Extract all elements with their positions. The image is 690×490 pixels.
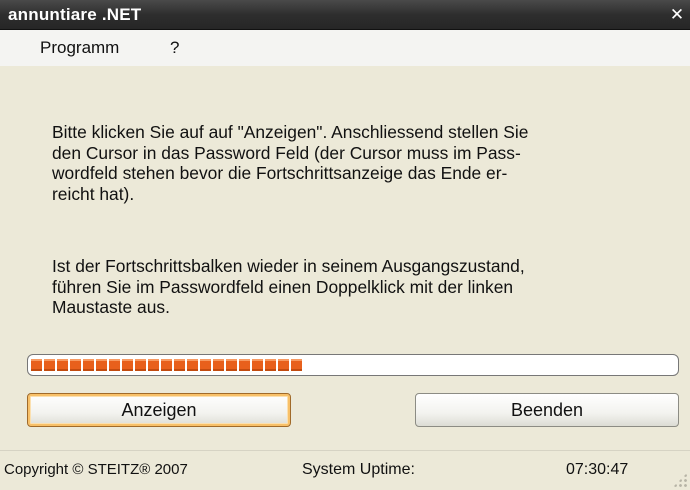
menu-item-programm[interactable]: Programm (40, 38, 119, 58)
progress-segment (161, 359, 172, 371)
progress-segment (187, 359, 198, 371)
progress-segment (226, 359, 237, 371)
progress-segment (109, 359, 120, 371)
instructions-line: führen Sie im Passwordfeld einen Doppelk… (52, 276, 514, 297)
instructions-line: den Cursor in das Password Feld (der Cur… (52, 142, 521, 163)
exit-button[interactable]: Beenden (415, 393, 679, 427)
show-button[interactable]: Anzeigen (27, 393, 291, 427)
progress-segment (174, 359, 185, 371)
instructions-line: wordfeld stehen bevor die Fortschrittsan… (52, 163, 508, 183)
instructions-line: Maustaste aus. (52, 297, 170, 317)
progress-segment (70, 359, 81, 371)
instructions-paragraph-1: Bitte klicken Sie auf auf "Anzeigen". An… (52, 122, 662, 204)
progress-segment (122, 359, 133, 371)
copyright-text: Copyright © STEITZ® 2007 (4, 461, 188, 478)
progress-segment (57, 359, 68, 371)
progress-segment (278, 359, 289, 371)
title-bar: annuntiare .NET ✕ (0, 0, 690, 30)
close-icon[interactable]: ✕ (668, 6, 686, 24)
menu-item-help[interactable]: ? (170, 38, 179, 58)
progress-segment (148, 359, 159, 371)
instructions-line: reicht hat). (52, 183, 135, 204)
progress-bar (27, 354, 679, 376)
progress-segment (44, 359, 55, 371)
instructions-line: Bitte klicken Sie auf auf "Anzeigen". An… (52, 122, 529, 142)
progress-segment (265, 359, 276, 371)
progress-segment (213, 359, 224, 371)
instructions-line: Ist der Fortschrittsbalken wieder in sei… (52, 256, 525, 276)
status-bar: Copyright © STEITZ® 2007 System Uptime: … (0, 450, 690, 490)
progress-segment (200, 359, 211, 371)
menu-bar: Programm ? (0, 30, 690, 67)
progress-segment (83, 359, 94, 371)
uptime-label: System Uptime: (302, 461, 415, 478)
progress-segment (291, 359, 302, 371)
progress-fill (31, 359, 302, 371)
progress-segment (135, 359, 146, 371)
resize-grip-icon[interactable] (673, 473, 687, 487)
progress-segment (96, 359, 107, 371)
uptime-value: 07:30:47 (566, 461, 629, 478)
window-title: annuntiare .NET (8, 5, 142, 24)
progress-segment (252, 359, 263, 371)
progress-segment (31, 359, 42, 371)
instructions-paragraph-2: Ist der Fortschrittsbalken wieder in sei… (52, 256, 662, 318)
progress-segment (239, 359, 250, 371)
